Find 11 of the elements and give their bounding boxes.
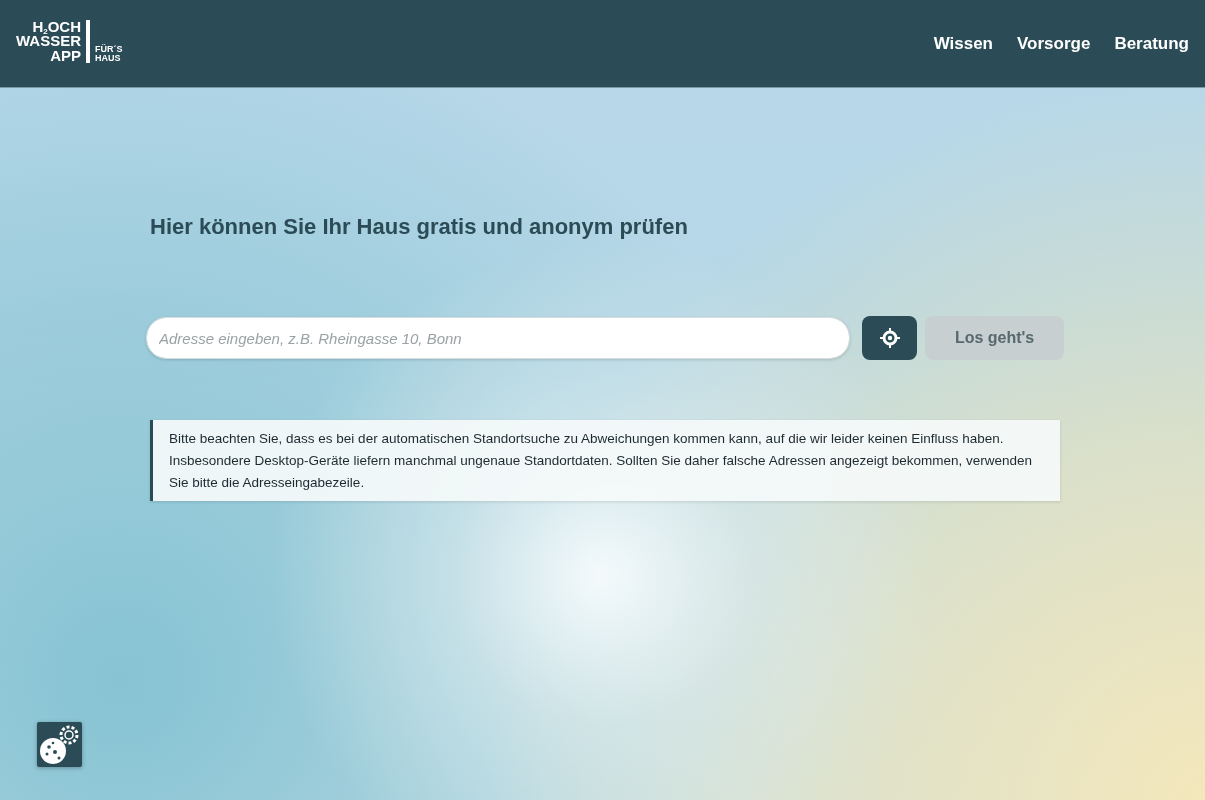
nav-link[interactable]: Beratung xyxy=(1114,30,1189,57)
locate-button[interactable] xyxy=(862,316,918,361)
nav-link[interactable]: Vorsorge xyxy=(1017,30,1091,57)
address-field[interactable]: Adresse eingeben, z.B. Rheingasse 10, Bonn xyxy=(146,317,851,360)
location-notice: Bitte beachten Sie, dass es bei der automatischen Standortsuche zu Abweichungen kommen kann, auf die wir leider keinen Einfluss haben. Insbesondere Desktop-Geräte liefern manchmal ungenaue Standortdaten. Sollten Sie daher falsche Adressen angezeigt bekommen, verwenden Sie bitte die Adresseingabezeile. xyxy=(150,420,1060,502)
cookie-settings-button[interactable] xyxy=(37,722,82,767)
page-heading: Hier können Sie Ihr Haus gratis und anonym prüfen xyxy=(149,214,689,241)
nav-link[interactable]: Wissen xyxy=(933,30,993,57)
logo-wordmark[interactable]: H$_{2}$OCH WASSER APP xyxy=(16,20,90,63)
logo-tagline: FÜR´S HAUS xyxy=(94,44,123,63)
crosshair-icon xyxy=(879,328,900,349)
